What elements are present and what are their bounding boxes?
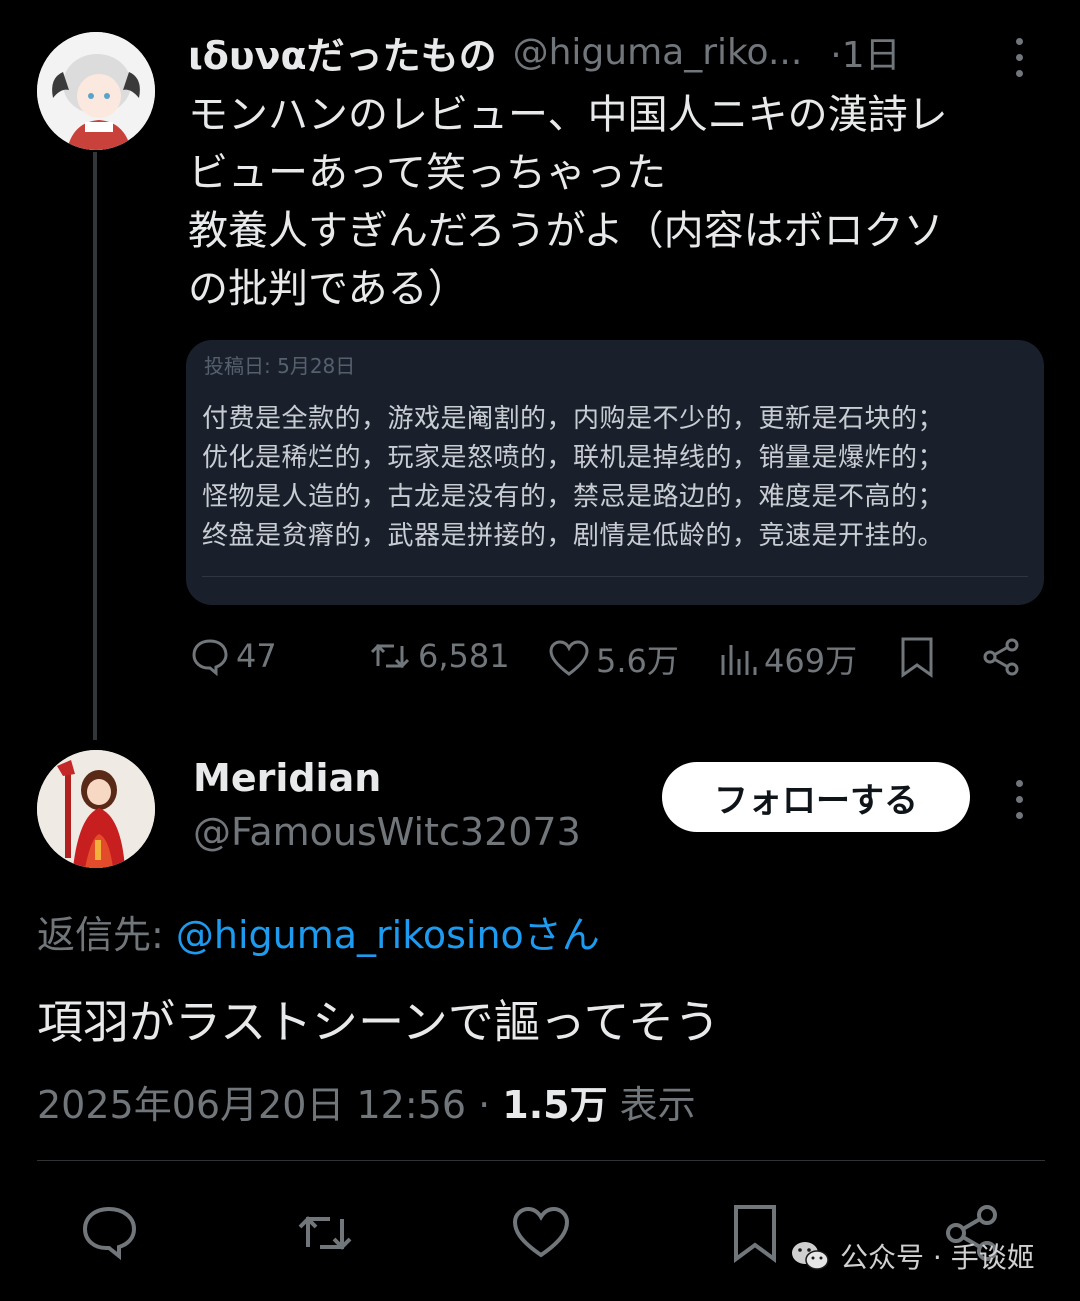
watermark: 公众号 · 手谈姬 xyxy=(790,1236,1035,1276)
heart-icon xyxy=(549,640,589,676)
reply-tweet-text: 項羽がラストシーンで謳ってそう xyxy=(37,995,721,1049)
share-action[interactable] xyxy=(980,636,1022,678)
embed-divider xyxy=(202,576,1028,577)
bookmark-icon xyxy=(901,637,933,678)
reply-to-handle-link[interactable]: @higuma_rikosinoさん xyxy=(176,913,600,957)
embed-line: 付费是全款的，游戏是阉割的，内购是不少的，更新是石块的； xyxy=(202,404,945,434)
avatar-illustration xyxy=(37,750,155,868)
original-tweet-header: ιδυναだったもの @higuma_riko... ·1日 xyxy=(188,26,988,78)
reply-to-prefix: 返信先: xyxy=(37,913,176,957)
watermark-text: 公众号 · 手谈姬 xyxy=(840,1241,1035,1274)
views-action[interactable]: 469万 xyxy=(718,636,857,682)
original-more-icon[interactable] xyxy=(1016,38,1023,77)
reply-timestamp[interactable]: 2025年06月20日 12:56 xyxy=(37,1083,466,1127)
reply-display-name[interactable]: Meridian xyxy=(193,756,381,800)
avatar-reply[interactable] xyxy=(37,750,155,868)
reply-icon xyxy=(192,639,228,676)
embed-line: 优化是稀烂的，玩家是怒喷的，联机是掉线的，销量是爆炸的； xyxy=(202,443,945,473)
reply-to-line: 返信先: @higuma_rikosinoさん xyxy=(37,904,600,959)
share-icon xyxy=(983,638,1019,676)
reply-icon[interactable] xyxy=(80,1205,138,1261)
original-time[interactable]: ·1日 xyxy=(830,26,900,78)
avatar-illustration xyxy=(37,32,155,150)
embed-date: 投稿日: 5月28日 xyxy=(204,354,356,378)
divider xyxy=(37,1160,1045,1161)
retweet-action[interactable]: 6,581 xyxy=(368,636,510,676)
avatar-original[interactable] xyxy=(37,32,155,150)
retweet-icon xyxy=(370,643,410,669)
reply-handle[interactable]: @FamousWitc32073 xyxy=(193,810,581,854)
reply-view-label: 表示 xyxy=(607,1083,696,1127)
like-action[interactable]: 5.6万 xyxy=(548,636,679,682)
embed-line: 终盘是贫瘠的，武器是拼接的，剧情是低龄的，竞速是开挂的。 xyxy=(202,521,945,551)
heart-icon[interactable] xyxy=(510,1205,572,1261)
views-count: 469万 xyxy=(764,642,858,680)
embedded-image-card[interactable]: 投稿日: 5月28日 付费是全款的，游戏是阉割的，内购是不少的，更新是石块的； … xyxy=(186,340,1044,605)
embed-line: 怪物是人造的，古龙是没有的，禁忌是路边的，难度是不高的； xyxy=(202,482,945,512)
views-icon xyxy=(721,645,757,675)
bookmark-action[interactable] xyxy=(898,636,936,678)
reply-view-count: 1.5万 xyxy=(502,1083,608,1127)
follow-button[interactable]: フォローする xyxy=(662,762,970,832)
original-handle[interactable]: @higuma_riko... xyxy=(513,32,803,73)
meta-separator: · xyxy=(466,1083,503,1127)
reply-meta-line: 2025年06月20日 12:56 · 1.5万 表示 xyxy=(37,1074,696,1129)
retweet-count: 6,581 xyxy=(418,637,510,675)
wechat-icon xyxy=(792,1242,829,1270)
retweet-icon[interactable] xyxy=(294,1205,356,1261)
original-display-name[interactable]: ιδυναだったもの xyxy=(188,25,497,80)
bookmark-icon[interactable] xyxy=(730,1203,780,1263)
reply-action[interactable]: 47 xyxy=(190,636,277,676)
like-count: 5.6万 xyxy=(596,642,679,680)
original-tweet-text: モンハンのレビュー、中国人ニキの漢詩レ ビューあって笑っちゃった 教養人すぎんだ… xyxy=(188,92,948,312)
reply-count: 47 xyxy=(236,637,277,675)
reply-more-icon[interactable] xyxy=(1016,780,1023,819)
thread-connector-line xyxy=(93,152,97,740)
